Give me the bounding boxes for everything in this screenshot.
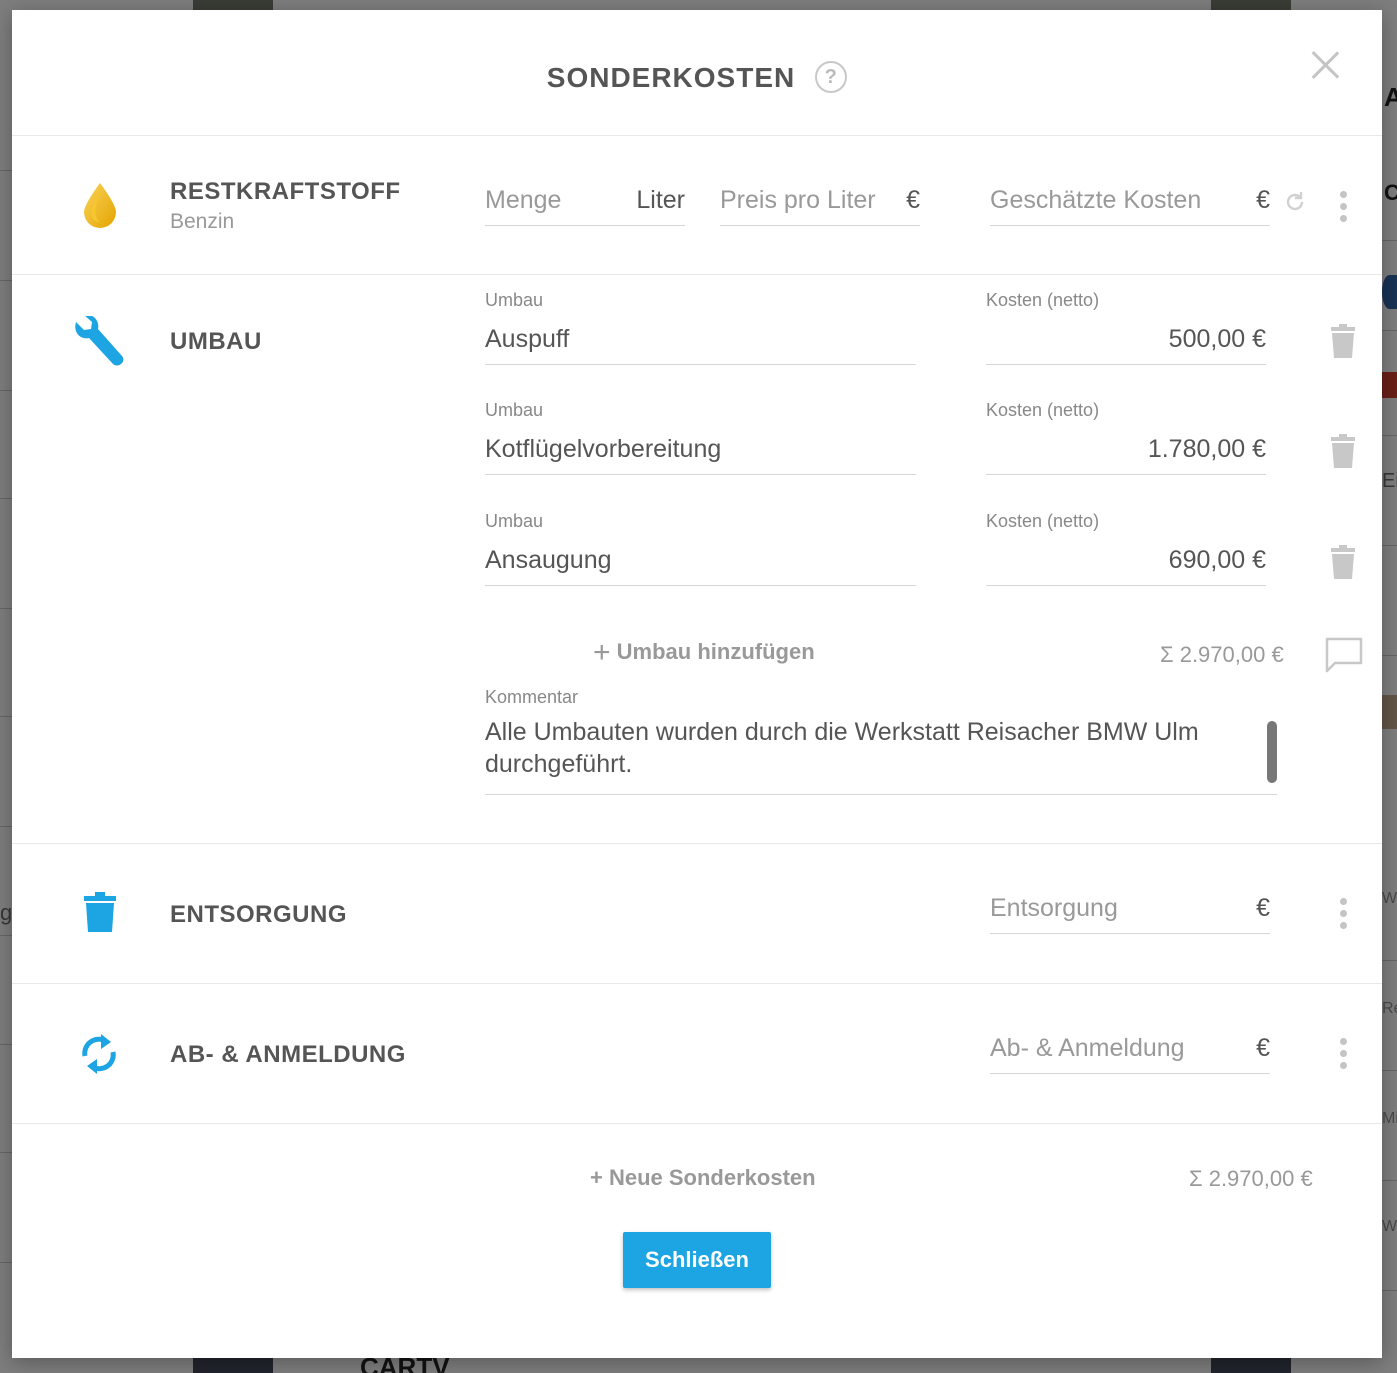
umbau-value: Kotflügelvorbereitung — [485, 435, 722, 463]
divider — [12, 983, 1382, 984]
umbau-value: Ansaugung — [485, 546, 612, 574]
geschaetzte-kosten-field[interactable]: Geschätzte Kosten € — [990, 174, 1270, 226]
menge-field[interactable]: Menge Liter — [485, 174, 685, 226]
plus-icon: + — [593, 636, 611, 669]
dialog-title: SONDERKOSTEN — [546, 62, 796, 93]
delete-icon[interactable] — [1329, 324, 1357, 358]
kosten-label: Kosten (netto) — [986, 290, 1100, 310]
delete-icon[interactable] — [1329, 545, 1357, 579]
umbau-label: Umbau — [485, 290, 544, 310]
add-sonderkosten-button[interactable]: + Neue Sonderkosten — [590, 1165, 816, 1191]
umbau-label: Umbau — [485, 400, 544, 420]
umbau-input[interactable]: Ansaugung — [485, 534, 916, 586]
kosten-input[interactable]: 690,00 € — [986, 534, 1266, 586]
refresh-icon[interactable] — [1284, 191, 1306, 213]
sonderkosten-dialog: SONDERKOSTEN? RESTKRAFTSTOFF Benzin Meng… — [12, 10, 1382, 1358]
divider — [12, 1123, 1382, 1124]
anmeldung-field[interactable]: Ab- & Anmeldung € — [990, 1022, 1270, 1074]
menge-placeholder: Menge — [485, 186, 562, 214]
help-icon[interactable]: ? — [815, 60, 848, 93]
close-icon[interactable] — [1310, 50, 1340, 80]
section-title: RESTKRAFTSTOFF — [170, 178, 401, 205]
kosten-value: 1.780,00 € — [1147, 435, 1266, 463]
add-umbau-button[interactable]: + Umbau hinzufügen — [593, 636, 815, 670]
close-button[interactable]: Schließen — [623, 1232, 771, 1288]
kosten-value: 690,00 € — [1168, 546, 1266, 574]
comment-textarea[interactable]: Alle Umbauten wurden durch die Werkstatt… — [485, 716, 1277, 795]
comment-text: Alle Umbauten wurden durch die Werkstatt… — [485, 718, 1199, 778]
preis-unit: € — [906, 186, 920, 214]
section-title: AB- & ANMELDUNG — [170, 1041, 406, 1068]
total-sum: Σ 2.970,00 € — [1189, 1166, 1313, 1191]
section-title: UMBAU — [170, 328, 262, 355]
divider — [12, 843, 1382, 844]
divider — [12, 135, 1382, 136]
trash-icon — [84, 892, 116, 932]
anmeldung-placeholder: Ab- & Anmeldung — [990, 1034, 1185, 1062]
delete-icon[interactable] — [1329, 434, 1357, 468]
comment-icon[interactable] — [1325, 637, 1363, 673]
dialog-header: SONDERKOSTEN? — [12, 60, 1382, 96]
more-options-icon[interactable] — [1339, 191, 1347, 223]
anmeldung-unit: € — [1256, 1034, 1270, 1062]
fuel-drop-icon — [84, 183, 116, 228]
entsorgung-field[interactable]: Entsorgung € — [990, 882, 1270, 934]
kosten-unit: € — [1256, 186, 1270, 214]
entsorgung-placeholder: Entsorgung — [990, 894, 1118, 922]
fuel-type: Benzin — [170, 210, 235, 233]
preis-pro-liter-field[interactable]: Preis pro Liter € — [720, 174, 920, 226]
wrench-icon — [75, 316, 124, 366]
umbau-input[interactable]: Auspuff — [485, 313, 916, 365]
umbau-input[interactable]: Kotflügelvorbereitung — [485, 423, 916, 475]
comment-label: Kommentar — [485, 687, 579, 707]
preis-placeholder: Preis pro Liter — [720, 186, 876, 214]
umbau-sum: Σ 2.970,00 € — [1160, 642, 1284, 667]
sync-icon — [82, 1034, 116, 1074]
menge-unit: Liter — [636, 186, 685, 214]
add-umbau-label: Umbau hinzufügen — [616, 639, 815, 664]
comment-scrollbar[interactable] — [1267, 721, 1277, 783]
more-options-icon[interactable] — [1339, 1038, 1347, 1070]
kosten-input[interactable]: 500,00 € — [986, 313, 1266, 365]
entsorgung-unit: € — [1256, 894, 1270, 922]
kosten-label: Kosten (netto) — [986, 511, 1100, 531]
umbau-value: Auspuff — [485, 325, 570, 353]
section-title: ENTSORGUNG — [170, 901, 348, 928]
umbau-label: Umbau — [485, 511, 544, 531]
more-options-icon[interactable] — [1339, 898, 1347, 930]
kosten-placeholder: Geschätzte Kosten — [990, 186, 1202, 214]
kosten-label: Kosten (netto) — [986, 400, 1100, 420]
kosten-value: 500,00 € — [1168, 325, 1266, 353]
divider — [12, 274, 1382, 275]
kosten-input[interactable]: 1.780,00 € — [986, 423, 1266, 475]
